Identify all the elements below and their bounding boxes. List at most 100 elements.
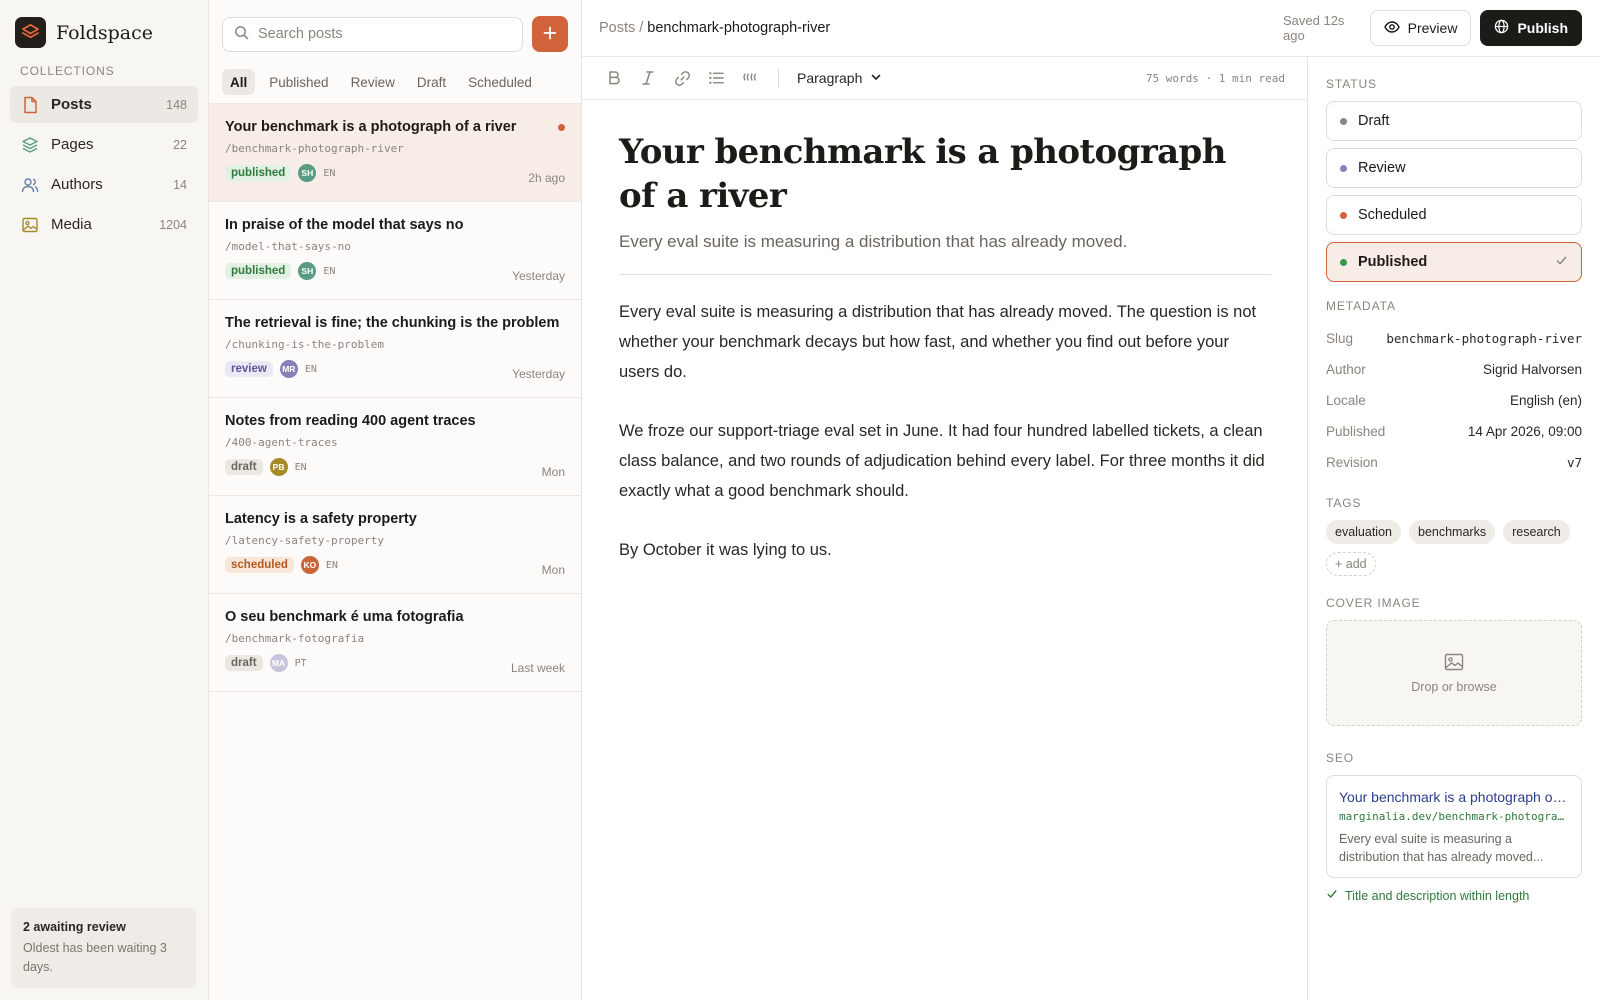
tag-chip[interactable]: evaluation (1326, 520, 1401, 544)
post-list-item[interactable]: Your benchmark is a photograph of a rive… (209, 104, 581, 202)
post-slug: /benchmark-fotografia (225, 632, 365, 645)
filter-tab-scheduled[interactable]: Scheduled (460, 69, 540, 95)
preview-button[interactable]: Preview (1369, 10, 1472, 46)
brand[interactable]: Foldspace (0, 0, 208, 50)
add-tag-button[interactable]: + add (1326, 552, 1376, 576)
breadcrumb-root[interactable]: Posts (599, 20, 635, 36)
search-row (209, 0, 581, 57)
status-dot-icon (1340, 211, 1347, 219)
post-language: EN (323, 167, 336, 179)
metadata-row-published: Published 14 Apr 2026, 09:00 (1326, 416, 1582, 447)
post-meta: scheduled KO EN (225, 556, 565, 574)
post-time: Last week (510, 661, 565, 675)
document-subtitle[interactable]: Every eval suite is measuring a distribu… (619, 232, 1271, 275)
sidebar-item-media[interactable]: Media 1204 (10, 206, 198, 243)
save-status: Saved 12s ago (1283, 13, 1345, 43)
preview-label: Preview (1407, 20, 1458, 36)
sidebar-item-count: 148 (166, 97, 187, 112)
status-option-draft[interactable]: Draft (1326, 101, 1582, 141)
status-badge: scheduled (225, 557, 294, 573)
post-time: Yesterday (512, 269, 565, 283)
metadata-value[interactable]: 14 Apr 2026, 09:00 (1468, 424, 1582, 439)
check-icon (1326, 888, 1338, 903)
status-dot-icon (1340, 164, 1347, 172)
metadata-value[interactable]: benchmark-photograph-river (1386, 331, 1582, 346)
breadcrumb-separator: / (639, 20, 644, 36)
metadata-row-author: Author Sigrid Halvorsen (1326, 354, 1582, 385)
filter-tabs: All Published Review Draft Scheduled (209, 57, 581, 104)
document-title[interactable]: Your benchmark is a photograph of a rive… (619, 130, 1271, 218)
post-list-item[interactable]: O seu benchmark é uma fotografia /benchm… (209, 594, 581, 692)
post-list-item[interactable]: Notes from reading 400 agent traces /400… (209, 398, 581, 496)
post-time: 2h ago (528, 171, 565, 185)
filter-tab-review[interactable]: Review (343, 69, 403, 95)
post-list-item[interactable]: The retrieval is fine; the chunking is t… (209, 300, 581, 398)
publish-button[interactable]: Publish (1480, 10, 1582, 46)
body-paragraph[interactable]: By October it was lying to us. (619, 535, 1271, 565)
filter-tab-draft[interactable]: Draft (409, 69, 454, 95)
filter-tab-all[interactable]: All (222, 69, 256, 95)
status-option-published[interactable]: Published (1326, 242, 1582, 282)
metadata-value[interactable]: Sigrid Halvorsen (1483, 362, 1582, 377)
post-list-item[interactable]: In praise of the model that says no /mod… (209, 202, 581, 300)
eye-icon (1383, 20, 1400, 36)
seo-preview-card[interactable]: Your benchmark is a photograph of a rive… (1326, 775, 1582, 878)
status-badge: published (225, 263, 292, 279)
quote-icon[interactable] (740, 68, 760, 88)
status-option-label: Review (1358, 160, 1406, 176)
metadata-value[interactable]: English (en) (1510, 393, 1582, 408)
settings-content: STATUS Draft Review Scheduled Published … (1308, 57, 1600, 903)
metadata-row-slug: Slug benchmark-photograph-river (1326, 323, 1582, 354)
bold-icon[interactable] (604, 68, 624, 88)
post-title: Your benchmark is a photograph of a rive… (225, 119, 517, 135)
avatar: SH (298, 262, 317, 280)
unsaved-dot-icon (558, 124, 565, 131)
document-body[interactable]: Every eval suite is measuring a distribu… (619, 297, 1271, 565)
search-input[interactable] (258, 26, 511, 42)
status-dot-icon (1340, 258, 1347, 266)
sidebar-item-pages[interactable]: Pages 22 (10, 126, 198, 163)
link-icon[interactable] (672, 68, 692, 88)
review-notice[interactable]: 2 awaiting review Oldest has been waitin… (11, 908, 196, 988)
metadata-row-revision: Revision v7 (1326, 447, 1582, 478)
image-icon (1444, 653, 1464, 674)
chevron-down-icon (870, 70, 882, 86)
settings-panel: Saved 12s ago Preview Publish STATUS Dra… (1265, 0, 1600, 1000)
check-icon (1555, 254, 1568, 271)
post-list-panel: All Published Review Draft Scheduled You… (209, 0, 582, 1000)
toolbar-divider (778, 68, 779, 88)
cover-image-label: COVER IMAGE (1326, 596, 1421, 610)
cover-image-dropzone[interactable]: Drop or browse (1326, 620, 1582, 726)
sidebar-item-count: 1204 (159, 217, 187, 232)
editor: Posts / benchmark-photograph-river Parag… (582, 0, 1308, 1000)
avatar: KO (300, 556, 319, 574)
seo-check: Title and description within length (1326, 888, 1582, 903)
avatar: MA (269, 654, 288, 672)
file-icon (21, 96, 39, 114)
tag-chip[interactable]: research (1503, 520, 1570, 544)
sidebar-item-authors[interactable]: Authors 14 (10, 166, 198, 203)
status-option-review[interactable]: Review (1326, 148, 1582, 188)
italic-icon[interactable] (638, 68, 658, 88)
status-option-label: Published (1358, 254, 1428, 270)
block-type-label: Paragraph (797, 70, 863, 86)
foldspace-logo-icon (15, 17, 46, 48)
post-title: In praise of the model that says no (225, 217, 464, 233)
metadata-key: Revision (1326, 455, 1378, 470)
search-box[interactable] (222, 16, 523, 52)
new-post-button[interactable] (532, 16, 568, 52)
bullet-list-icon[interactable] (706, 68, 726, 88)
post-slug: /400-agent-traces (225, 436, 338, 449)
document[interactable]: Your benchmark is a photograph of a rive… (582, 100, 1307, 565)
post-language: PT (294, 657, 307, 669)
body-paragraph[interactable]: Every eval suite is measuring a distribu… (619, 297, 1271, 387)
filter-tab-published[interactable]: Published (261, 69, 336, 95)
post-language: EN (304, 363, 317, 375)
users-icon (21, 176, 39, 194)
status-option-scheduled[interactable]: Scheduled (1326, 195, 1582, 235)
tag-chip[interactable]: benchmarks (1409, 520, 1496, 544)
sidebar-item-posts[interactable]: Posts 148 (10, 86, 198, 123)
post-list-item[interactable]: Latency is a safety property /latency-sa… (209, 496, 581, 594)
block-type-select[interactable]: Paragraph (797, 70, 882, 86)
body-paragraph[interactable]: We froze our support-triage eval set in … (619, 416, 1271, 506)
